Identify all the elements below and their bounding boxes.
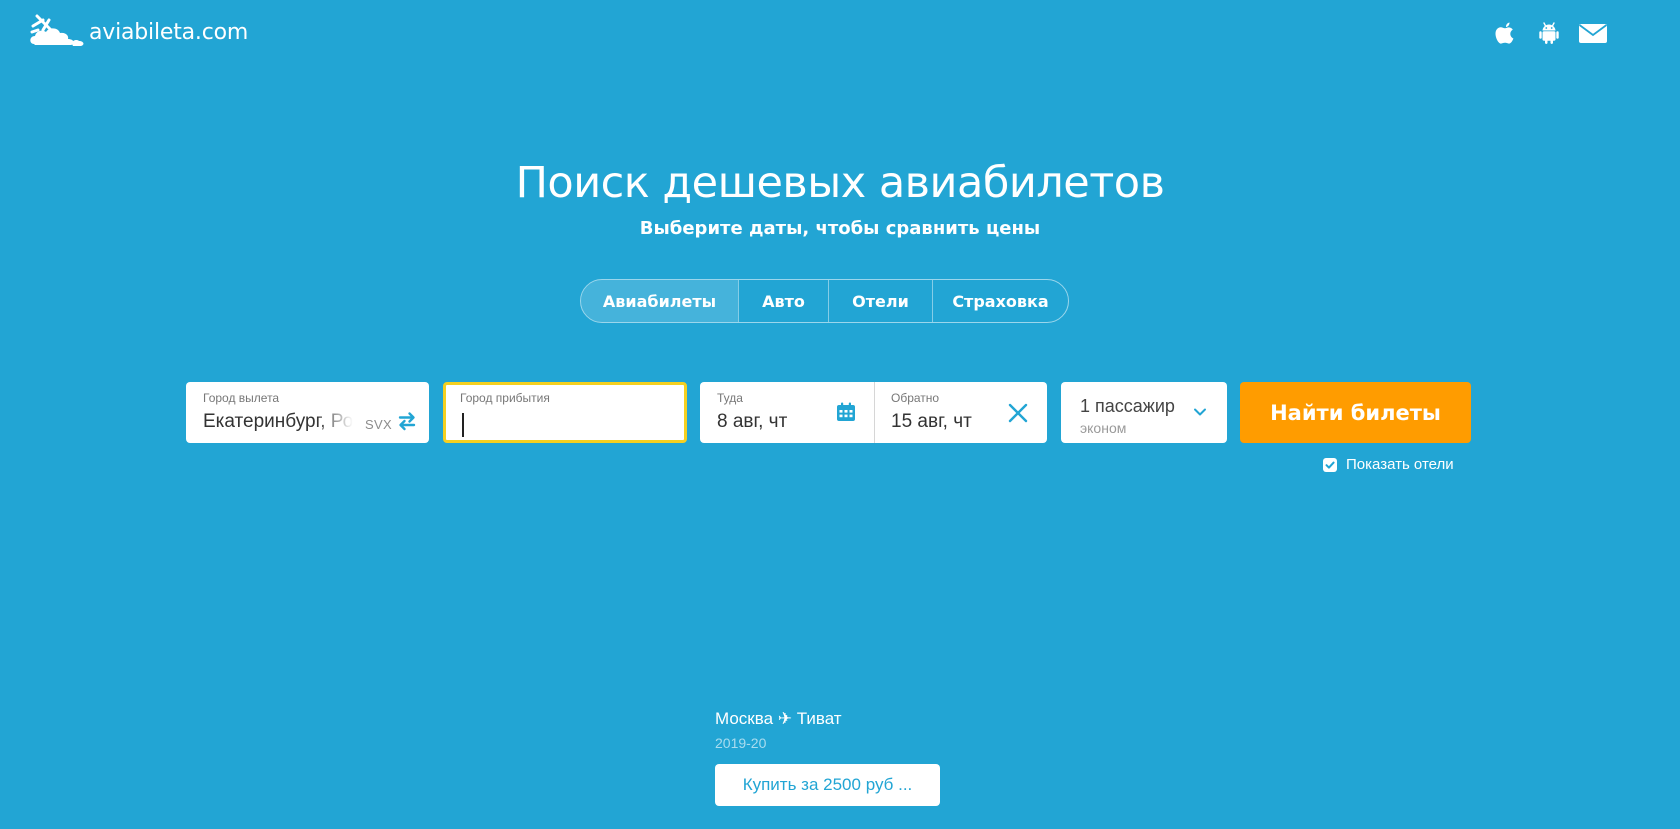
tab-cars[interactable]: Авто	[738, 280, 828, 322]
promo-route: Москва ✈ Тиват	[715, 709, 842, 728]
chevron-down-icon	[1192, 404, 1208, 420]
close-icon[interactable]	[1007, 402, 1029, 424]
origin-label: Город вылета	[203, 391, 280, 405]
tab-flights[interactable]: Авиабилеты	[581, 280, 738, 322]
cabin-class: эконом	[1080, 420, 1127, 436]
promo-year: 2019-20	[715, 735, 767, 751]
logo-text: aviabileta.com	[89, 19, 249, 45]
dates-field: Туда 8 авг, чт Обратно 15 авг, чт	[700, 382, 1047, 443]
page-title: Поиск дешевых авиабилетов	[515, 158, 1165, 208]
origin-field[interactable]: Город вылета Екатеринбург, Россия SVX	[186, 382, 429, 443]
origin-iata-code: SVX	[365, 417, 392, 432]
promo-offer: Москва ✈ Тиват 2019-20 Купить за 2500 ру…	[715, 708, 940, 806]
depart-label: Туда	[717, 391, 743, 405]
airplane-cloud-icon	[28, 14, 86, 48]
show-hotels-checkbox[interactable]	[1323, 457, 1337, 472]
apple-icon[interactable]	[1490, 18, 1520, 48]
destination-input[interactable]	[460, 411, 672, 437]
calendar-icon[interactable]	[835, 401, 857, 423]
depart-value: 8 авг, чт	[717, 411, 788, 432]
search-type-tabs: Авиабилеты Авто Отели Страховка	[580, 279, 1069, 323]
header-app-links	[1490, 18, 1608, 48]
search-button[interactable]: Найти билеты	[1240, 382, 1471, 443]
mail-icon[interactable]	[1578, 18, 1608, 48]
swap-cities-icon[interactable]	[396, 410, 418, 432]
return-value: 15 авг, чт	[891, 411, 972, 432]
logo[interactable]: aviabileta.com	[28, 14, 248, 48]
text-cursor	[462, 413, 464, 437]
date-divider	[874, 382, 875, 443]
tab-insurance[interactable]: Страховка	[932, 280, 1068, 322]
return-label: Обратно	[891, 391, 940, 405]
destination-field[interactable]: Город прибытия	[443, 382, 687, 443]
show-hotels-toggle[interactable]: Показать отели	[1323, 456, 1454, 473]
destination-label: Город прибытия	[460, 391, 550, 405]
android-icon[interactable]	[1534, 18, 1564, 48]
page-subtitle: Выберите даты, чтобы сравнить цены	[639, 218, 1041, 239]
tab-hotels[interactable]: Отели	[828, 280, 932, 322]
origin-value: Екатеринбург, Россия	[203, 411, 353, 432]
promo-buy-button[interactable]: Купить за 2500 руб ...	[715, 764, 940, 806]
passenger-count: 1 пассажир	[1080, 396, 1175, 416]
show-hotels-label: Показать отели	[1346, 456, 1454, 473]
passengers-select[interactable]: 1 пассажир эконом	[1061, 382, 1227, 443]
